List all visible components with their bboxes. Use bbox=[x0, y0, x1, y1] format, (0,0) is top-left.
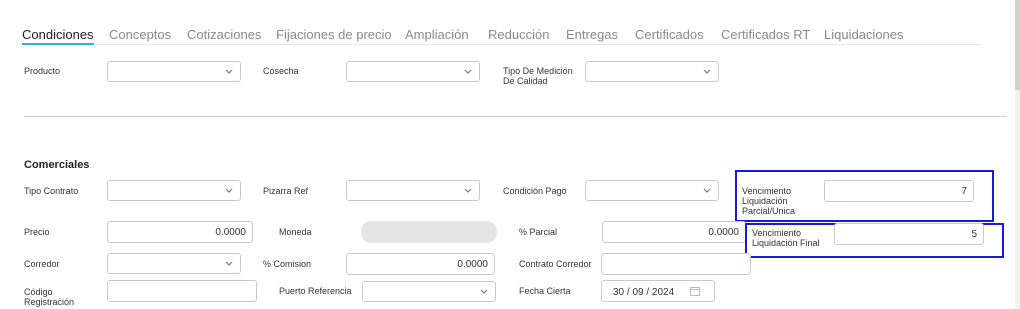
venc-final-label: Vencimiento Liquidación Final bbox=[752, 228, 820, 248]
comision-label: % Comision bbox=[263, 259, 312, 269]
corredor-label: Corredor bbox=[24, 259, 60, 269]
tipo-medicion-label: Tipo De Medición De Calidad bbox=[503, 66, 573, 86]
calendar-icon[interactable] bbox=[690, 286, 700, 296]
producto-label: Producto bbox=[24, 66, 61, 76]
tab-liquidaciones[interactable]: Liquidaciones bbox=[824, 27, 904, 42]
chevron-down-icon bbox=[480, 289, 488, 294]
precio-label: Precio bbox=[24, 227, 50, 237]
comision-input[interactable]: 0.0000 bbox=[346, 253, 495, 275]
codigo-registracion-label: Código Registración bbox=[24, 287, 75, 307]
tab-conceptos[interactable]: Conceptos bbox=[109, 27, 171, 42]
fecha-cierta-label: Fecha Cierta bbox=[519, 286, 571, 296]
contrato-corredor-label: Contrato Corredor bbox=[519, 259, 592, 269]
tab-certificados[interactable]: Certificados bbox=[635, 27, 704, 42]
cosecha-label: Cosecha bbox=[263, 66, 299, 76]
fecha-cierta-input[interactable]: 30 / 09 / 2024 bbox=[601, 280, 715, 302]
producto-select[interactable] bbox=[107, 61, 241, 82]
tab-condiciones[interactable]: Condiciones bbox=[22, 27, 94, 45]
chevron-down-icon bbox=[464, 69, 472, 74]
scrollbar-thumb[interactable] bbox=[1015, 0, 1020, 90]
tab-entregas[interactable]: Entregas bbox=[566, 27, 618, 42]
tipo-contrato-label: Tipo Contrato bbox=[24, 186, 79, 196]
venc-parcial-input[interactable]: 7 bbox=[824, 180, 974, 202]
chevron-down-icon bbox=[703, 188, 711, 193]
puerto-referencia-select[interactable] bbox=[362, 281, 496, 302]
condicion-pago-select[interactable] bbox=[585, 180, 719, 201]
tab-certificados-rt[interactable]: Certificados RT bbox=[721, 27, 810, 42]
parcial-input[interactable]: 0.0000 bbox=[602, 221, 746, 243]
pizarra-ref-label: Pizarra Ref bbox=[263, 186, 309, 196]
condicion-pago-label: Condición Pago bbox=[503, 186, 567, 196]
chevron-down-icon bbox=[703, 69, 711, 74]
pizarra-ref-select[interactable] bbox=[346, 180, 480, 201]
codigo-registracion-input[interactable] bbox=[107, 280, 257, 302]
tipo-medicion-select[interactable] bbox=[585, 61, 719, 82]
chevron-down-icon bbox=[464, 188, 472, 193]
contrato-corredor-input[interactable] bbox=[601, 253, 751, 275]
moneda-field[interactable] bbox=[361, 221, 497, 243]
tab-ampliacion[interactable]: Ampliación bbox=[405, 27, 469, 42]
active-tab-indicator bbox=[22, 43, 94, 45]
precio-input[interactable]: 0.0000 bbox=[107, 221, 253, 243]
corredor-select[interactable] bbox=[107, 253, 241, 274]
venc-parcial-label: Vencimiento Liquidación Parcial/Unica bbox=[742, 186, 796, 216]
moneda-label: Moneda bbox=[279, 227, 312, 237]
tabs-divider bbox=[20, 44, 980, 45]
tab-fijaciones-de-precio[interactable]: Fijaciones de precio bbox=[276, 27, 392, 42]
tipo-contrato-select[interactable] bbox=[107, 180, 241, 201]
parcial-label: % Parcial bbox=[519, 227, 558, 237]
cosecha-select[interactable] bbox=[346, 61, 480, 82]
tab-reduccion[interactable]: Reducción bbox=[488, 27, 549, 42]
comerciales-title: Comerciales bbox=[24, 159, 90, 171]
chevron-down-icon bbox=[225, 261, 233, 266]
puerto-referencia-label: Puerto Referencia bbox=[279, 286, 352, 296]
venc-final-input[interactable]: 5 bbox=[834, 223, 984, 245]
tab-cotizaciones[interactable]: Cotizaciones bbox=[187, 27, 261, 42]
chevron-down-icon bbox=[225, 69, 233, 74]
chevron-down-icon bbox=[225, 188, 233, 193]
section-divider bbox=[24, 116, 1007, 117]
